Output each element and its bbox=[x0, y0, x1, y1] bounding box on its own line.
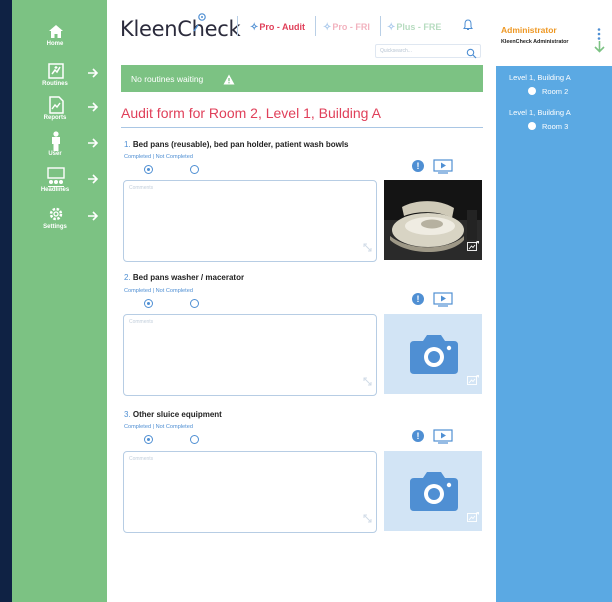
sparkle-logo-icon bbox=[193, 12, 207, 37]
location-panel: Administrator KleenCheck Administrator L… bbox=[496, 0, 612, 602]
search-input[interactable]: Quicksearch... bbox=[375, 44, 481, 59]
question-title: 2. Bed pans washer / macerator bbox=[124, 273, 245, 282]
not-completed-radio[interactable] bbox=[190, 435, 199, 444]
location-building: Level 1, Building A bbox=[509, 108, 571, 117]
expand-icon[interactable] bbox=[467, 510, 479, 528]
routines-banner: No routines waiting bbox=[121, 65, 483, 92]
settings-icon bbox=[45, 203, 67, 225]
arrow-down-icon[interactable] bbox=[594, 40, 605, 58]
completed-label: Completed bbox=[124, 288, 152, 294]
room-dot-icon bbox=[528, 122, 536, 130]
expand-icon[interactable] bbox=[467, 373, 479, 391]
main-content: KleenCheck ✧Pro - Audit ✧Pro - FRI ✧Plus… bbox=[107, 0, 496, 602]
tab-pro-fri[interactable]: ✧Pro - FRI bbox=[323, 22, 370, 33]
comment-field[interactable]: Comments bbox=[123, 180, 377, 262]
arrow-right-icon bbox=[87, 66, 99, 78]
sparkle-icon: ✧ bbox=[323, 22, 332, 33]
info-icon[interactable]: ! bbox=[412, 430, 424, 442]
photo-placeholder[interactable] bbox=[384, 451, 482, 531]
resize-icon bbox=[363, 373, 372, 391]
comment-placeholder: Comments bbox=[129, 456, 154, 462]
tab-pro-audit[interactable]: ✧Pro - Audit bbox=[250, 22, 305, 33]
arrow-right-icon bbox=[87, 209, 99, 221]
sidebar-item-reports[interactable]: Reports bbox=[12, 94, 107, 128]
title-divider bbox=[121, 127, 483, 128]
sidebar-item-routines[interactable]: Routines bbox=[12, 60, 107, 94]
room-item[interactable]: Room 2 bbox=[528, 87, 568, 96]
not-completed-radio[interactable] bbox=[190, 165, 199, 174]
comment-placeholder: Comments bbox=[129, 185, 154, 191]
sidebar-item-label: Headlines bbox=[40, 187, 70, 193]
sidebar-item-user[interactable]: User bbox=[12, 130, 107, 164]
sidebar-item-label: Settings bbox=[43, 224, 67, 230]
user-role: Administrator bbox=[501, 25, 557, 35]
arrow-right-icon bbox=[87, 172, 99, 184]
camera-icon[interactable] bbox=[408, 469, 460, 518]
expand-icon[interactable] bbox=[467, 239, 479, 257]
info-icon[interactable]: ! bbox=[412, 293, 424, 305]
comment-field[interactable]: Comments bbox=[123, 314, 377, 396]
completed-radio[interactable] bbox=[144, 165, 153, 174]
sparkle-icon: ✧ bbox=[250, 22, 259, 33]
resize-icon bbox=[363, 510, 372, 528]
tab-plus-fre[interactable]: ✧Plus - FRE bbox=[387, 22, 441, 33]
page-title: Audit form for Room 2, Level 1, Building… bbox=[121, 105, 381, 121]
warning-icon bbox=[223, 72, 235, 90]
question-options: Completed | Not Completed bbox=[124, 288, 193, 294]
room-item[interactable]: Room 3 bbox=[528, 122, 568, 131]
not-completed-label: Not Completed bbox=[155, 154, 193, 160]
completed-radio[interactable] bbox=[144, 435, 153, 444]
user-name: KleenCheck Administrator bbox=[501, 39, 569, 45]
question-title: 3. Other sluice equipment bbox=[124, 410, 222, 419]
routines-icon bbox=[45, 60, 67, 82]
sparkle-icon: ✧ bbox=[387, 22, 396, 33]
resize-icon bbox=[363, 239, 372, 257]
user-icon bbox=[45, 130, 67, 152]
bell-icon[interactable] bbox=[463, 18, 473, 36]
sidebar: Home Routines Reports User Headlines Set… bbox=[12, 0, 107, 602]
not-completed-label: Not Completed bbox=[155, 288, 193, 294]
comment-field[interactable]: Comments bbox=[123, 451, 377, 533]
photo-placeholder[interactable] bbox=[384, 314, 482, 394]
sidebar-item-label: User bbox=[48, 151, 62, 157]
question-options: Completed | Not Completed bbox=[124, 424, 193, 430]
completed-radio[interactable] bbox=[144, 299, 153, 308]
left-edge bbox=[0, 0, 12, 602]
completed-label: Completed bbox=[124, 154, 152, 160]
header-separator bbox=[237, 16, 238, 36]
camera-icon[interactable] bbox=[408, 332, 460, 381]
arrow-right-icon bbox=[87, 100, 99, 112]
not-completed-radio[interactable] bbox=[190, 299, 199, 308]
banner-text: No routines waiting bbox=[131, 74, 204, 84]
header-separator bbox=[315, 16, 316, 36]
headlines-icon bbox=[45, 166, 67, 188]
video-icon[interactable] bbox=[433, 159, 453, 179]
sidebar-item-label: Routines bbox=[42, 81, 68, 87]
question-options: Completed | Not Completed bbox=[124, 154, 193, 160]
home-icon bbox=[45, 20, 67, 42]
comment-placeholder: Comments bbox=[129, 319, 154, 325]
room-dot-icon bbox=[528, 87, 536, 95]
sidebar-item-settings[interactable]: Settings bbox=[12, 203, 107, 237]
video-icon[interactable] bbox=[433, 429, 453, 449]
arrow-right-icon bbox=[87, 136, 99, 148]
header-separator bbox=[380, 16, 381, 36]
sidebar-item-home[interactable]: Home bbox=[12, 20, 107, 54]
video-icon[interactable] bbox=[433, 292, 453, 312]
location-building: Level 1, Building A bbox=[509, 73, 571, 82]
sidebar-item-label: Reports bbox=[43, 115, 67, 121]
user-header: Administrator KleenCheck Administrator bbox=[496, 0, 612, 66]
search-placeholder: Quicksearch... bbox=[380, 48, 412, 54]
reports-icon bbox=[45, 94, 67, 116]
question-title: 1. Bed pans (reusable), bed pan holder, … bbox=[124, 140, 349, 149]
completed-label: Completed bbox=[124, 424, 152, 430]
info-icon[interactable]: ! bbox=[412, 160, 424, 172]
sidebar-item-headlines[interactable]: Headlines bbox=[12, 166, 107, 200]
not-completed-label: Not Completed bbox=[155, 424, 193, 430]
sidebar-item-label: Home bbox=[46, 41, 64, 47]
app-logo: KleenCheck bbox=[120, 17, 241, 41]
question-photo[interactable] bbox=[384, 180, 482, 260]
search-icon[interactable] bbox=[466, 46, 477, 64]
